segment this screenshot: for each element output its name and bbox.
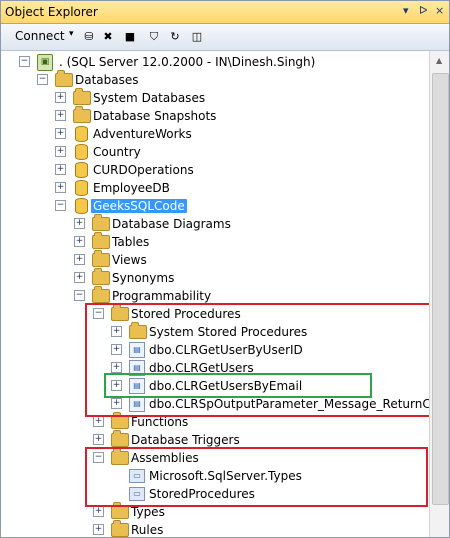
folder-icon [92,268,110,285]
scrollbar-thumb[interactable] [432,73,449,505]
folder-icon [92,214,110,231]
database-icon [75,144,88,160]
node-label: Programmability [112,289,212,303]
node-label: System Databases [93,91,206,105]
stored-procedure-icon: ▤ [129,396,145,412]
node-label: dbo.CLRGetUserByUserID [149,343,303,357]
refresh-icon[interactable]: ↻ [167,29,183,45]
folder-icon [111,430,129,447]
connect-object-icon[interactable]: ⛁ [81,29,97,45]
node-label: Microsoft.SqlServer.Types [149,469,302,483]
server-label: . (SQL Server 12.0.2000 - IN\Dinesh.Sing… [59,55,316,69]
folder-icon [92,232,110,249]
stored-procedure-icon: ▤ [129,342,145,358]
database-icon [75,162,88,178]
node-label: Databases [75,73,139,87]
node-label: Stored Procedures [131,307,241,321]
node-label: Country [93,145,141,159]
expand-icon[interactable]: + [93,524,104,535]
folder-icon [111,502,129,519]
disconnect-icon[interactable]: ✖ [100,29,116,45]
node-label: Database Snapshots [93,109,217,123]
node-label: dbo.CLRGetUsers [149,361,254,375]
stored-procedure-icon: ▤ [129,378,145,394]
collapse-icon[interactable]: − [93,308,104,319]
node-label: EmployeeDB [93,181,170,195]
node-label: AdventureWorks [93,127,192,141]
expand-icon[interactable]: + [55,110,66,121]
connect-button[interactable]: Connect [15,29,65,43]
expand-icon[interactable]: + [55,92,66,103]
stop-icon[interactable]: ■ [122,29,138,45]
node-label: StoredProcedures [149,487,255,501]
collapse-icon[interactable]: − [37,74,48,85]
dropdown-icon[interactable]: ▾ [403,4,409,17]
folder-icon [111,412,129,429]
vertical-scrollbar[interactable]: ▲ [429,51,449,537]
expand-icon[interactable]: + [111,398,122,409]
connect-dropdown-icon[interactable]: ▾ [69,29,74,39]
scroll-up-icon[interactable]: ▲ [436,56,442,65]
expand-icon[interactable]: + [55,182,66,193]
expand-icon[interactable]: + [93,416,104,427]
expand-icon[interactable]: + [93,434,104,445]
expand-icon[interactable]: + [74,254,85,265]
toolbar: Connect ▾ ⛁ ✖ ■ ⛉ ↻ ◫ [1,24,449,51]
collapse-icon[interactable]: − [93,452,104,463]
folder-icon [73,106,91,123]
node-label: System Stored Procedures [149,325,308,339]
selected-node-label: GeeksSQLCode [91,199,187,213]
pin-icon[interactable]: ᐅ [419,4,427,17]
node-label: Database Diagrams [112,217,231,231]
window-title: Object Explorer [5,5,98,19]
folder-icon [55,70,73,87]
node-label: Assemblies [131,451,199,465]
node-label: Types [131,505,165,519]
stored-procedure-icon: ▤ [129,360,145,376]
assembly-icon: ▭ [129,469,145,483]
node-label: Functions [131,415,189,429]
object-tree[interactable]: − ▣ . (SQL Server 12.0.2000 - IN\Dinesh.… [1,51,429,537]
expand-icon[interactable]: + [74,218,85,229]
expand-icon[interactable]: + [55,128,66,139]
collapse-icon[interactable]: − [19,56,30,67]
node-label: Views [112,253,147,267]
filter-icon[interactable]: ⛉ [146,29,162,45]
expand-icon[interactable]: + [111,326,122,337]
expand-icon[interactable]: + [93,506,104,517]
database-icon [75,198,88,214]
expand-icon[interactable]: + [111,344,122,355]
folder-icon [129,322,147,339]
collapse-icon[interactable]: − [74,290,85,301]
folder-icon [111,448,129,465]
folder-icon [111,304,129,321]
database-icon [75,126,88,142]
folder-icon [92,286,110,303]
server-icon: ▣ [37,54,53,71]
title-bar: Object Explorer ▾ ᐅ × [1,1,449,24]
expand-icon[interactable]: + [74,272,85,283]
node-label: CURDOperations [93,163,194,177]
expand-icon[interactable]: + [74,236,85,247]
node-label: dbo.CLRSpOutputParameter_Message_ReturnC… [149,397,429,411]
assembly-icon: ▭ [129,487,145,501]
folder-icon [73,88,91,105]
node-label: Database Triggers [131,433,240,447]
node-label: Rules [131,523,164,537]
node-label: Synonyms [112,271,175,285]
collapse-icon[interactable]: − [55,200,66,211]
expand-icon[interactable]: + [111,362,122,373]
expand-icon[interactable]: + [55,164,66,175]
close-icon[interactable]: × [435,4,444,17]
folder-icon [92,250,110,267]
expand-icon[interactable]: + [55,146,66,157]
node-label: Tables [112,235,150,249]
folder-icon [111,520,129,537]
activity-monitor-icon[interactable]: ◫ [189,29,205,45]
expand-icon[interactable]: + [111,380,122,391]
node-label: dbo.CLRGetUsersByEmail [149,379,303,393]
database-icon [75,180,88,196]
object-explorer-window: Object Explorer ▾ ᐅ × Connect ▾ ⛁ ✖ ■ ⛉ … [0,0,450,538]
